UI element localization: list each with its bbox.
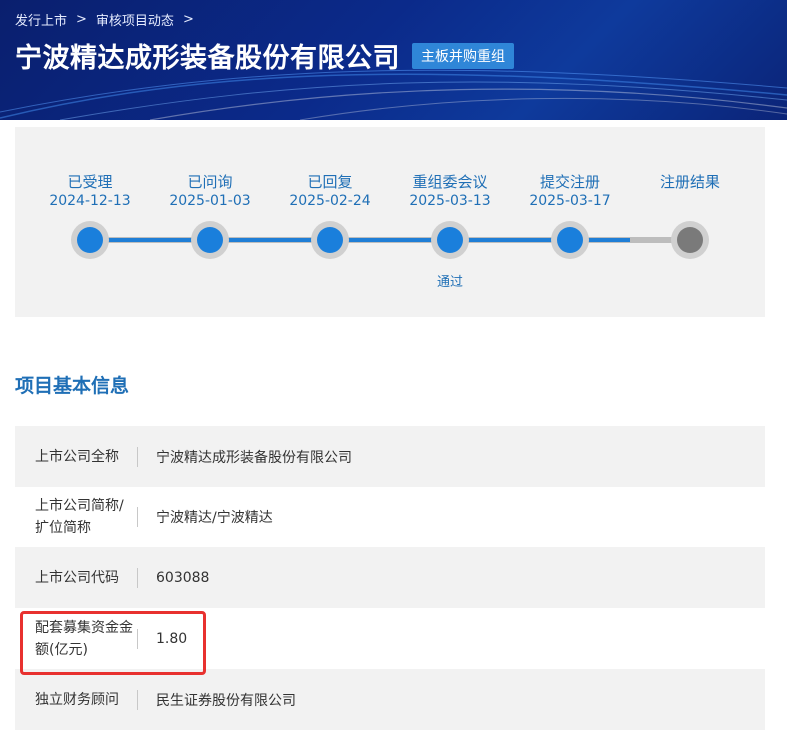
info-divider <box>137 507 138 527</box>
board-type-tag: 主板并购重组 <box>412 42 514 69</box>
step-5-label-group: 提交注册 2025-03-17 <box>510 173 630 211</box>
step-1-date: 2024-12-13 <box>49 193 131 209</box>
project-info-table: 上市公司全称 宁波精达成形装备股份有限公司 上市公司简称/扩位简称 宁波精达/宁… <box>15 426 765 730</box>
info-value: 603088 <box>156 569 210 586</box>
info-row-stock-code: 上市公司代码 603088 <box>15 547 765 608</box>
step-2-label-group: 已问询 2025-01-03 <box>150 173 270 211</box>
progress-panel: 已受理 2024-12-13 已问询 2025-01-03 已回复 2025-0… <box>15 127 765 317</box>
step-2-label: 已问询 <box>187 173 233 191</box>
breadcrumb: 发行上市 > 审核项目动态 > <box>15 10 203 29</box>
step-4-label: 重组委会议 <box>412 173 488 191</box>
step-4-label-group: 重组委会议 2025-03-13 <box>390 173 510 211</box>
step-5-label: 提交注册 <box>539 173 600 191</box>
step-3-label: 已回复 <box>307 173 353 191</box>
step-3-dot <box>317 227 343 253</box>
info-label: 上市公司代码 <box>35 569 119 586</box>
step-4-result-note: 通过 <box>436 275 463 290</box>
step-4-dot <box>437 227 463 253</box>
section-title-basic-info: 项目基本信息 <box>15 375 130 397</box>
step-5-dot <box>557 227 583 253</box>
step-2-dot <box>197 227 223 253</box>
step-3-label-group: 已回复 2025-02-24 <box>270 173 390 211</box>
info-value: 民生证券股份有限公司 <box>156 692 296 709</box>
title-row: 宁波精达成形装备股份有限公司 主板并购重组 <box>15 36 514 75</box>
info-value: 宁波精达/宁波精达 <box>156 510 273 526</box>
breadcrumb-separator: > <box>182 12 194 27</box>
info-label: 上市公司全称 <box>35 448 119 465</box>
info-divider <box>137 567 138 588</box>
step-6-label-group: 注册结果 <box>630 173 750 192</box>
info-divider <box>137 446 138 467</box>
progress-track <box>71 221 709 259</box>
info-row-short-name: 上市公司简称/扩位简称 宁波精达/宁波精达 <box>15 487 765 547</box>
info-label: 上市公司简称/扩位简称 <box>35 498 124 536</box>
header-banner: 发行上市 > 审核项目动态 > 宁波精达成形装备股份有限公司 主板并购重组 <box>0 0 787 120</box>
info-row-full-name: 上市公司全称 宁波精达成形装备股份有限公司 <box>15 426 765 487</box>
info-label: 独立财务顾问 <box>35 691 119 708</box>
info-row-financial-advisor: 独立财务顾问 民生证券股份有限公司 <box>15 669 765 730</box>
breadcrumb-separator: > <box>76 12 87 27</box>
highlight-annotation-box <box>20 611 206 675</box>
info-value: 宁波精达成形装备股份有限公司 <box>156 449 352 466</box>
step-6-label: 注册结果 <box>659 173 720 191</box>
step-2-date: 2025-01-03 <box>169 193 251 209</box>
step-6-dot <box>677 227 703 253</box>
breadcrumb-item-review-dynamics[interactable]: 审核项目动态 <box>96 10 174 29</box>
step-5-date: 2025-03-17 <box>529 193 611 209</box>
breadcrumb-item-listing[interactable]: 发行上市 <box>15 10 67 29</box>
step-1-label: 已受理 <box>67 173 113 191</box>
page-title: 宁波精达成形装备股份有限公司 <box>15 43 400 74</box>
step-1-dot <box>77 227 103 253</box>
step-3-date: 2025-02-24 <box>289 193 371 209</box>
step-4-date: 2025-03-13 <box>409 193 491 209</box>
step-1-label-group: 已受理 2024-12-13 <box>30 173 150 211</box>
info-divider <box>137 689 138 710</box>
